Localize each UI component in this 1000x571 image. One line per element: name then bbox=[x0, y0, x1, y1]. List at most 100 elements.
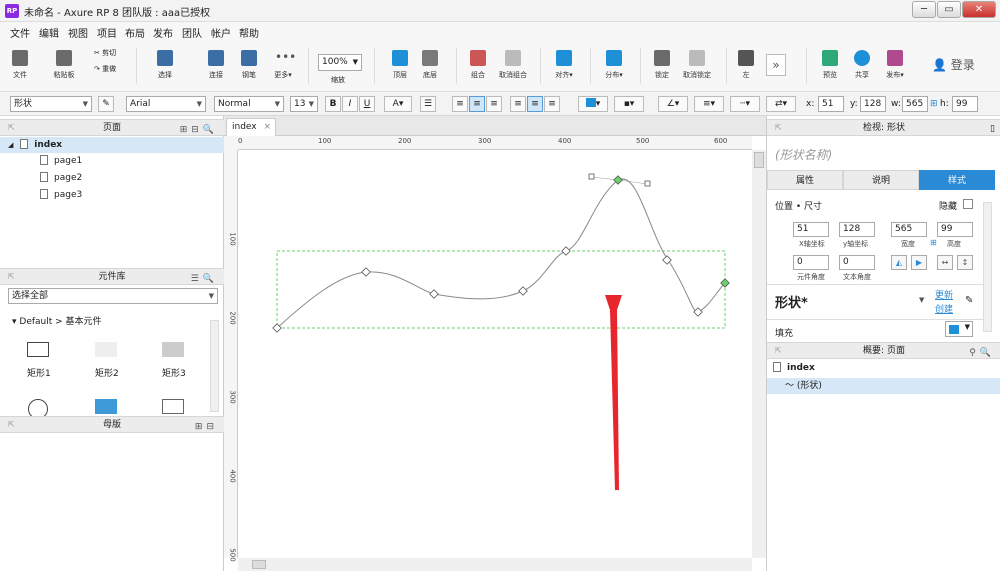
menu-help[interactable]: 帮助 bbox=[239, 25, 259, 40]
close-tab-icon[interactable]: × bbox=[263, 119, 271, 135]
distribute-button[interactable]: 分布▾ bbox=[600, 40, 628, 90]
library-path[interactable]: ▾ Default > 基本元件 bbox=[12, 314, 102, 327]
collapse-icon[interactable]: ◢ bbox=[8, 141, 13, 149]
inspector-width-input[interactable]: 565 bbox=[891, 222, 927, 237]
file-button[interactable]: 文件 bbox=[8, 40, 32, 90]
image-widget[interactable] bbox=[95, 399, 117, 414]
y-input[interactable]: 128 bbox=[860, 96, 886, 112]
line-width-button[interactable]: ≡▾ bbox=[694, 96, 724, 112]
text-rotation-input[interactable]: 0 bbox=[839, 255, 875, 270]
create-style-link[interactable]: 创建 bbox=[935, 302, 953, 315]
outline-page-index[interactable]: index bbox=[773, 362, 815, 373]
bold-button[interactable]: B bbox=[325, 96, 341, 112]
bezier-handle[interactable] bbox=[644, 180, 651, 187]
scroll-thumb[interactable] bbox=[754, 152, 764, 168]
maximize-button[interactable]: ▭ bbox=[937, 1, 961, 18]
arrow-style-button[interactable]: ⇄▾ bbox=[766, 96, 796, 112]
shape-type-select[interactable]: 形状 ▼ bbox=[10, 96, 92, 112]
close-button[interactable]: ✕ bbox=[962, 1, 996, 18]
dock-icon[interactable]: ⇱ bbox=[775, 343, 782, 359]
align-left-button[interactable]: 左 bbox=[736, 40, 756, 90]
height-input[interactable]: 99 bbox=[952, 96, 978, 112]
dock-icon[interactable]: ⇱ bbox=[8, 120, 15, 136]
expand-toolbar-button[interactable]: » bbox=[766, 54, 786, 76]
update-style-link[interactable]: 更新 bbox=[935, 288, 953, 301]
lock-ratio-icon[interactable]: ⊞ bbox=[930, 99, 938, 109]
tab-properties[interactable]: 属性 bbox=[767, 170, 843, 190]
menu-edit[interactable]: 编辑 bbox=[39, 25, 59, 40]
masters-panel-actions[interactable]: ⊞⊟ bbox=[195, 419, 218, 435]
hide-checkbox[interactable] bbox=[963, 199, 973, 209]
page-item-page2[interactable]: page2 bbox=[0, 170, 224, 186]
more-button[interactable]: ••• 更多▾ bbox=[269, 40, 297, 90]
vertex-point[interactable] bbox=[429, 289, 439, 299]
style-edit-icon[interactable]: ✎ bbox=[965, 295, 973, 306]
fill-color-button[interactable]: ▾ bbox=[578, 96, 608, 112]
menu-project[interactable]: 项目 bbox=[97, 25, 117, 40]
line-color-button[interactable]: ∠▾ bbox=[658, 96, 688, 112]
font-style-select[interactable]: Normal ▼ bbox=[214, 96, 284, 112]
unlock-button[interactable]: 取消锁定 bbox=[680, 40, 714, 90]
menu-view[interactable]: 视图 bbox=[68, 25, 88, 40]
login-button[interactable]: 👤 登录 bbox=[932, 56, 975, 73]
align-button[interactable]: 对齐▾ bbox=[550, 40, 578, 90]
fit-height-button[interactable]: ↕ bbox=[957, 255, 973, 270]
outline-actions[interactable]: ⚲🔍 bbox=[969, 345, 995, 361]
design-canvas[interactable] bbox=[238, 150, 752, 558]
library-select[interactable]: 选择全部 ▼ bbox=[8, 288, 218, 304]
vertex-point[interactable] bbox=[693, 307, 703, 317]
align-text-top-button[interactable]: ≡ bbox=[510, 96, 526, 112]
canvas-horizontal-scrollbar[interactable] bbox=[238, 558, 752, 571]
style-dropdown-icon[interactable]: ▼ bbox=[919, 296, 924, 304]
scroll-thumb[interactable] bbox=[252, 560, 266, 569]
tab-notes[interactable]: 说明 bbox=[843, 170, 919, 190]
align-text-left-button[interactable]: ≡ bbox=[452, 96, 468, 112]
canvas-vertical-scrollbar[interactable] bbox=[752, 150, 766, 558]
dock-icon[interactable]: ⇱ bbox=[8, 417, 15, 433]
shadow-button[interactable]: ▪▾ bbox=[614, 96, 644, 112]
font-family-select[interactable]: Arial ▼ bbox=[126, 96, 206, 112]
redo-button[interactable]: ↷ 重做 bbox=[94, 64, 116, 74]
italic-button[interactable]: I bbox=[342, 96, 358, 112]
zoom-select[interactable]: 100% ▼ bbox=[318, 54, 362, 71]
menu-account[interactable]: 帐户 bbox=[211, 25, 231, 40]
lock-ratio-icon[interactable]: ⊞ bbox=[930, 238, 937, 247]
vertex-point[interactable] bbox=[361, 267, 371, 277]
rectangle3-widget[interactable] bbox=[162, 342, 184, 357]
font-size-select[interactable]: 13 ▼ bbox=[290, 96, 318, 112]
minimize-button[interactable]: ─ bbox=[912, 1, 936, 18]
menu-file[interactable]: 文件 bbox=[10, 25, 30, 40]
rectangle2-widget[interactable] bbox=[95, 342, 117, 357]
align-text-bottom-button[interactable]: ≡ bbox=[544, 96, 560, 112]
notes-icon[interactable]: ▯ bbox=[990, 121, 995, 137]
widgets-scrollbar[interactable] bbox=[210, 320, 219, 412]
outline-item-shape[interactable]: 〜 (形状) bbox=[767, 378, 1000, 394]
tab-style[interactable]: 样式 bbox=[919, 170, 995, 190]
menu-layout[interactable]: 布局 bbox=[125, 25, 145, 40]
inspector-y-input[interactable]: 128 bbox=[839, 222, 875, 237]
preview-button[interactable]: 预览 bbox=[818, 40, 842, 90]
selection-bounding-box[interactable] bbox=[276, 250, 726, 329]
publish-button[interactable]: 发布▾ bbox=[882, 40, 908, 90]
paste-button[interactable]: 粘贴板 bbox=[50, 40, 78, 90]
bezier-handle[interactable] bbox=[588, 173, 595, 180]
dock-icon[interactable]: ⇱ bbox=[775, 120, 782, 136]
inspector-height-input[interactable]: 99 bbox=[937, 222, 973, 237]
menu-publish[interactable]: 发布 bbox=[153, 25, 173, 40]
rotation-input[interactable]: 0 bbox=[793, 255, 829, 270]
group-button[interactable]: 组合 bbox=[466, 40, 490, 90]
share-button[interactable]: 共享 bbox=[850, 40, 874, 90]
page-item-page1[interactable]: page1 bbox=[0, 153, 224, 169]
vertex-point[interactable] bbox=[518, 286, 528, 296]
align-text-center-button[interactable]: ≡ bbox=[469, 96, 485, 112]
flip-horizontal-button[interactable]: ◭ bbox=[891, 255, 907, 270]
select-button[interactable]: 选择 bbox=[150, 40, 180, 90]
align-text-right-button[interactable]: ≡ bbox=[486, 96, 502, 112]
page-item-index[interactable]: ◢ index bbox=[0, 137, 224, 153]
underline-button[interactable]: U bbox=[359, 96, 375, 112]
widgets-panel-actions[interactable]: ☰🔍 bbox=[191, 271, 218, 287]
page-item-page3[interactable]: page3 bbox=[0, 187, 224, 203]
pen-button[interactable]: 钢笔 bbox=[237, 40, 261, 90]
bring-to-front-button[interactable]: 顶层 bbox=[388, 40, 412, 90]
ungroup-button[interactable]: 取消组合 bbox=[496, 40, 530, 90]
